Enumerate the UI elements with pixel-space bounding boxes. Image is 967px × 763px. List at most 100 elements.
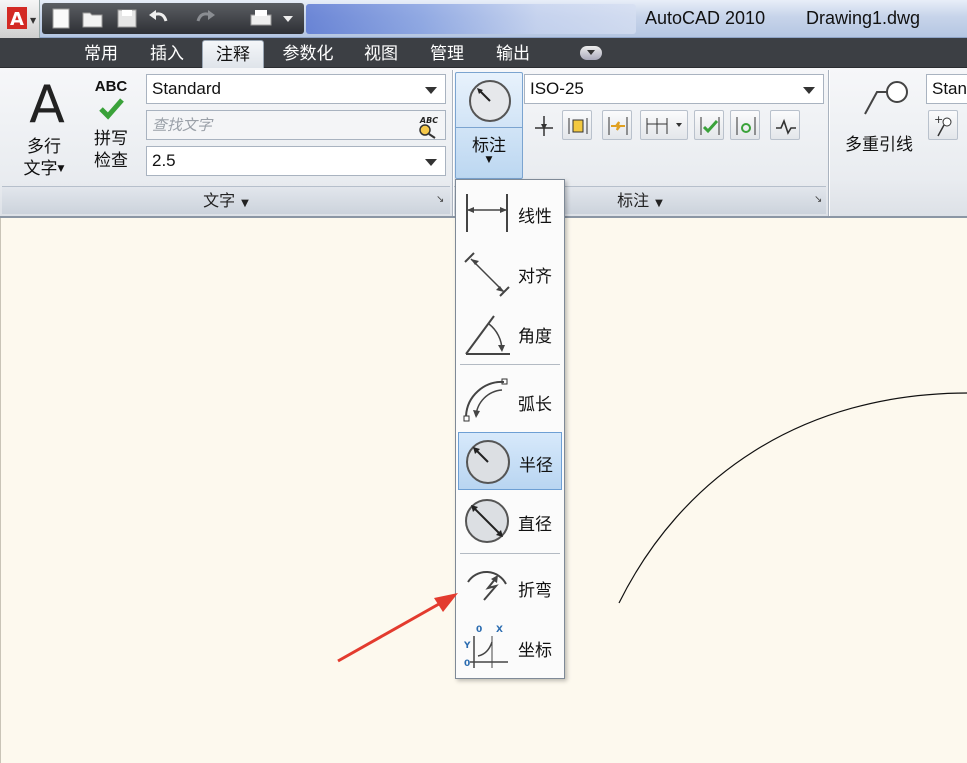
dim-update-icon[interactable]	[730, 110, 760, 140]
menu-item-diameter[interactable]: 直径	[458, 492, 562, 550]
arc-length-icon	[463, 378, 508, 422]
dimension-panel-title-label: 标注	[617, 191, 650, 210]
menu-item-ordinate[interactable]: 0 X Y 0 坐标	[458, 618, 562, 676]
dimension-button-label: 标注	[472, 136, 506, 156]
dim-continue-icon[interactable]	[640, 110, 688, 140]
dim-style-select[interactable]: ISO-25	[524, 74, 824, 104]
ribbon-minimize-button[interactable]	[580, 46, 602, 60]
svg-text:+: +	[934, 114, 943, 126]
dim-space-icon[interactable]	[562, 110, 592, 140]
dropdown-caret-icon	[425, 159, 437, 166]
svg-text:0: 0	[476, 625, 482, 635]
multileader-icon	[864, 81, 908, 115]
checkmark-icon	[99, 98, 124, 120]
menu-item-label: 对齐	[518, 267, 552, 287]
panel-divider	[452, 70, 453, 216]
plot-printer-icon[interactable]	[248, 7, 274, 30]
dimension-split-button[interactable]: 标注 ▼	[455, 72, 523, 179]
dim-inspect-icon[interactable]	[694, 110, 724, 140]
app-title: AutoCAD 2010	[645, 8, 766, 28]
menu-item-label: 直径	[518, 515, 552, 535]
tab-output[interactable]: 输出	[484, 40, 542, 68]
autocad-logo-icon: A	[7, 7, 27, 30]
find-text-input[interactable]: 查找文字 ABC	[146, 110, 446, 140]
find-text-placeholder: 查找文字	[152, 116, 213, 134]
tab-home[interactable]: 常用	[72, 40, 130, 68]
quick-access-toolbar	[42, 3, 304, 34]
dropdown-caret-icon	[425, 87, 437, 94]
aligned-dim-icon	[464, 252, 510, 297]
spell-check-button[interactable]: ABC 拼写 检查	[84, 74, 138, 184]
text-panel-title[interactable]: 文字 ▼	[2, 186, 450, 214]
menu-item-label: 线性	[518, 207, 552, 227]
chevron-down-icon: ▼	[655, 198, 663, 209]
radius-icon	[466, 440, 510, 484]
tab-annotate[interactable]: 注释	[202, 40, 264, 68]
chevron-down-icon: ▼	[241, 198, 249, 209]
svg-text:0: 0	[464, 659, 470, 669]
save-icon[interactable]	[114, 7, 140, 30]
menu-item-aligned[interactable]: 对齐	[458, 244, 562, 302]
menu-item-label: 折弯	[518, 581, 552, 601]
title-bar: A ▼ AutoCAD 2010 Drawing1.dwg	[0, 0, 967, 38]
dialog-launcher-icon[interactable]: ↘	[814, 194, 822, 205]
dialog-launcher-icon[interactable]: ↘	[436, 194, 444, 205]
find-abc-icon[interactable]: ABC	[415, 113, 443, 139]
ordinate-icon: 0 X Y 0	[463, 625, 508, 669]
menu-item-radius[interactable]: 半径	[458, 432, 562, 490]
document-title: Drawing1.dwg	[806, 8, 921, 28]
open-folder-icon[interactable]	[80, 7, 106, 30]
spell-check-label-1: 拼写	[94, 129, 128, 149]
svg-text:ABC: ABC	[419, 116, 438, 125]
menu-item-label: 角度	[518, 327, 552, 347]
chevron-down-icon: ▼	[30, 16, 37, 25]
dim-jog-line-icon[interactable]	[602, 110, 632, 140]
multiline-text-button[interactable]: A 多行 文字▼	[14, 74, 74, 184]
menu-item-jogged[interactable]: 折弯	[458, 558, 562, 616]
text-height-select[interactable]: 2.5	[146, 146, 446, 176]
radius-dim-icon	[469, 80, 511, 122]
dimension-dropdown-menu: 线性 对齐 角度 弧长 半径 直径 折弯 0 X Y 0 坐标	[455, 179, 565, 679]
multiline-text-label-1: 多行	[27, 137, 61, 157]
redo-icon[interactable]	[192, 7, 218, 30]
tab-insert[interactable]: 插入	[138, 40, 196, 68]
text-height-value: 2.5	[152, 151, 176, 170]
tab-parametric[interactable]: 参数化	[270, 40, 346, 68]
abc-badge: ABC	[94, 78, 128, 95]
text-style-select[interactable]: Standard	[146, 74, 446, 104]
svg-text:A: A	[29, 75, 65, 130]
multileader-label: 多重引线	[845, 135, 913, 155]
multileader-button[interactable]: 多重引线	[836, 74, 922, 184]
menu-item-label: 半径	[519, 456, 553, 476]
undo-icon[interactable]	[146, 7, 172, 30]
multiline-text-label-2: 文字▼	[23, 159, 65, 179]
info-center-area	[306, 4, 636, 34]
svg-text:Y: Y	[463, 641, 471, 651]
customize-chevron-icon[interactable]	[278, 7, 298, 30]
angular-dim-icon	[465, 315, 510, 355]
menu-item-angular[interactable]: 角度	[458, 304, 562, 362]
menu-item-label: 弧长	[518, 395, 552, 415]
panel-divider	[828, 70, 829, 216]
new-file-icon[interactable]	[48, 7, 74, 30]
leader-style-value: Stan	[932, 79, 967, 98]
dim-style-value: ISO-25	[530, 79, 584, 98]
big-a-icon: A	[29, 75, 65, 135]
tab-view[interactable]: 视图	[352, 40, 410, 68]
linear-dim-icon	[466, 194, 508, 232]
application-menu-button[interactable]: A ▼	[0, 0, 40, 38]
text-style-value: Standard	[152, 79, 221, 98]
menu-item-linear[interactable]: 线性	[458, 184, 562, 242]
jogged-icon	[467, 571, 507, 601]
dropdown-caret-icon	[803, 87, 815, 94]
chevron-down-icon: ▼	[485, 155, 493, 165]
dim-break-icon[interactable]	[528, 110, 558, 140]
menu-item-label: 坐标	[518, 641, 552, 661]
svg-text:A: A	[10, 9, 24, 30]
add-leader-icon[interactable]: +	[928, 110, 958, 140]
text-panel-title-label: 文字	[203, 191, 236, 210]
tab-manage[interactable]: 管理	[418, 40, 476, 68]
menu-item-arc-length[interactable]: 弧长	[458, 372, 562, 430]
dim-oblique-icon[interactable]	[770, 110, 800, 140]
leader-style-select[interactable]: Stan	[926, 74, 967, 104]
